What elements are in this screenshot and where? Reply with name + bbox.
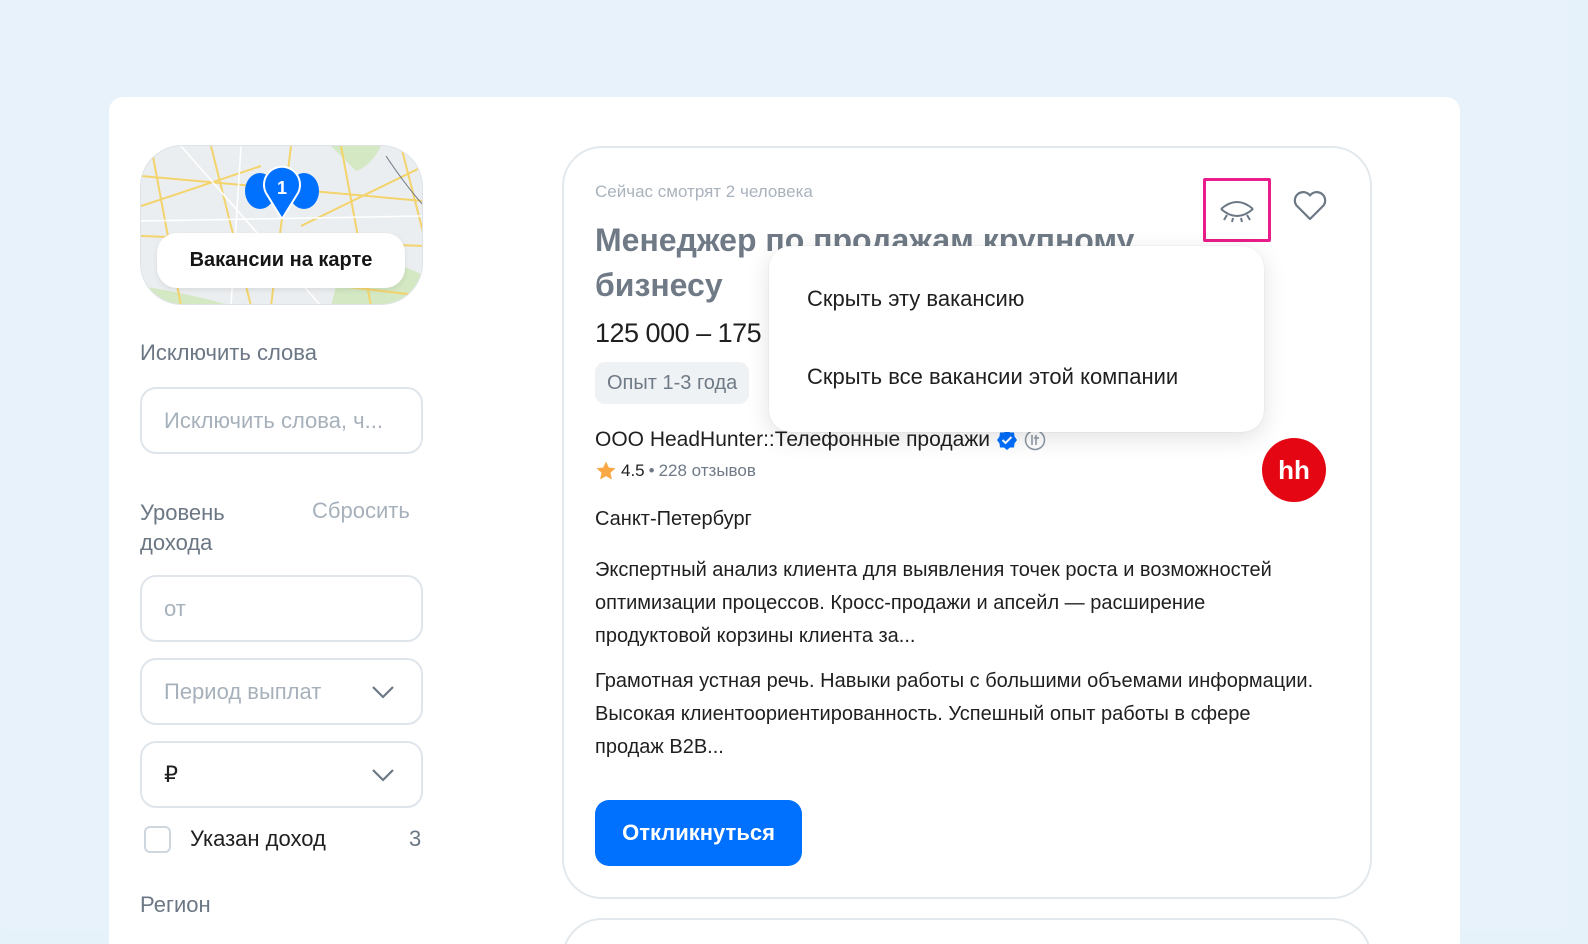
income-level-label: Уровень дохода [140,498,225,558]
hide-vacancy-menu: Скрыть эту вакансию Скрыть все вакансии … [769,246,1264,432]
eye-closed-icon [1220,201,1254,223]
reviews-count: 228 отзывов [658,461,756,480]
payment-period-placeholder: Период выплат [164,678,322,704]
rating-separator: • [648,461,655,480]
income-from-input[interactable] [164,595,399,622]
salary: 125 000 – 175 ( [595,318,777,348]
income-specified-checkbox[interactable] [144,826,171,853]
map-vacancies-button[interactable]: Вакансии на карте [157,233,405,288]
verified-badge-icon [997,430,1018,450]
favorite-button[interactable] [1290,188,1330,224]
vacancy-responsibilities: Экспертный анализ клиента для выявления … [595,559,1272,647]
next-vacancy-card[interactable] [562,918,1372,944]
company-rating[interactable]: 4.5 • 228 отзывов [595,460,756,482]
svg-text:1: 1 [277,178,287,198]
chevron-down-icon [372,769,394,782]
experience-tag: Опыт 1-3 года [595,362,750,404]
heart-icon [1293,191,1327,221]
exclude-words-input[interactable] [164,407,399,434]
reset-income-link[interactable]: Сбросить [312,498,410,524]
rating-score: 4.5 [621,461,645,480]
it-accreditation-icon [1024,429,1046,451]
viewers-count: Сейчас смотрят 2 человека [595,182,813,201]
income-from-field[interactable] [140,575,423,642]
vacancy-city: Санкт-Петербург [595,508,752,530]
income-specified-count: 3 [409,826,422,851]
hide-this-vacancy-item[interactable]: Скрыть эту вакансию [807,286,1024,312]
chevron-down-icon [372,686,394,699]
exclude-words-label: Исключить слова [140,340,317,365]
income-specified-label[interactable]: Указан доход [190,826,326,852]
payment-period-select[interactable]: Период выплат [140,658,423,725]
income-level-label-line2: дохода [140,530,213,555]
region-label: Регион [140,892,211,917]
vacancy-requirements: Грамотная устная речь. Навыки работы с б… [595,670,1314,758]
star-icon [596,461,616,480]
company-logo[interactable]: hh [1262,438,1326,502]
hide-vacancy-button[interactable] [1203,178,1271,242]
currency-select[interactable]: ₽ [140,741,423,808]
currency-value: ₽ [164,761,178,787]
hide-company-vacancies-item[interactable]: Скрыть все вакансии этой компании [807,364,1178,390]
map-pin-icon[interactable]: 1 [244,163,320,219]
apply-button[interactable]: Откликнуться [595,800,802,866]
income-level-label-line1: Уровень [140,500,225,525]
exclude-words-field[interactable] [140,387,423,454]
